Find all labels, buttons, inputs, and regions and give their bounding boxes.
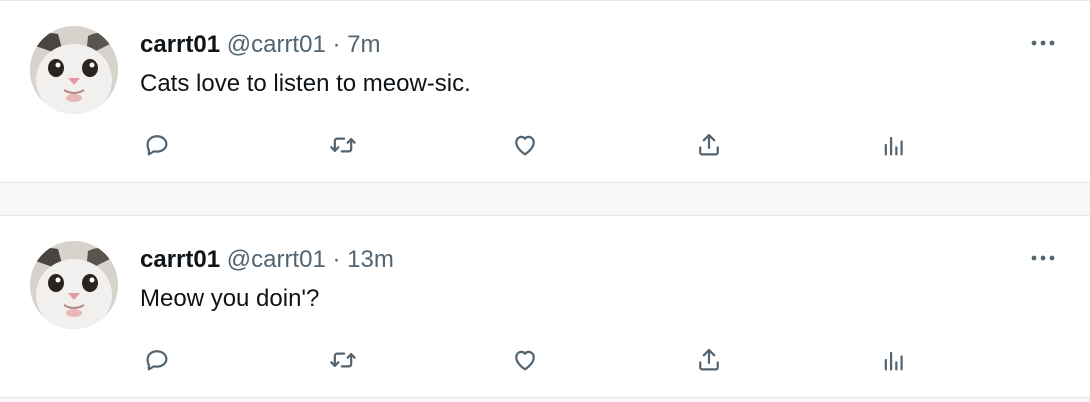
- reply-button[interactable]: [137, 125, 177, 165]
- tweet-text: Cats love to listen to meow-sic.: [140, 70, 471, 97]
- like-button[interactable]: [505, 125, 545, 165]
- timestamp[interactable]: 13m: [347, 246, 394, 273]
- author-handle[interactable]: @carrt01: [227, 246, 326, 273]
- tweet-actions: [0, 125, 1090, 165]
- author-handle[interactable]: @carrt01: [227, 31, 326, 58]
- tweet-text: Meow you doin'?: [140, 285, 320, 312]
- avatar[interactable]: [30, 26, 118, 114]
- more-icon: [1031, 255, 1055, 261]
- retweet-button[interactable]: [323, 125, 363, 165]
- tweet-card[interactable]: carrt01 @carrt01 · 7m Cats love to liste…: [0, 0, 1090, 183]
- tweet-actions: [0, 340, 1090, 380]
- reply-icon: [146, 135, 168, 156]
- reply-icon: [146, 350, 168, 371]
- share-button[interactable]: [689, 340, 729, 380]
- share-icon: [699, 348, 719, 371]
- avatar[interactable]: [30, 241, 118, 329]
- heart-icon: [515, 135, 535, 156]
- retweet-button[interactable]: [323, 340, 363, 380]
- retweet-icon: [330, 352, 356, 368]
- tweet-feed: carrt01 @carrt01 · 7m Cats love to liste…: [0, 0, 1090, 402]
- more-button[interactable]: [1026, 246, 1060, 270]
- more-button[interactable]: [1026, 31, 1060, 55]
- views-icon: [884, 136, 903, 156]
- cat-avatar-icon: [30, 26, 118, 114]
- share-icon: [699, 133, 719, 156]
- tweet-header: carrt01 @carrt01 · 13m: [140, 244, 394, 276]
- author-name[interactable]: carrt01: [140, 31, 220, 58]
- retweet-icon: [330, 137, 356, 153]
- more-icon: [1031, 40, 1055, 46]
- separator: ·: [332, 246, 341, 273]
- tweet-card[interactable]: carrt01 @carrt01 · 13m Meow you doin'?: [0, 215, 1090, 398]
- heart-icon: [515, 350, 535, 371]
- separator: ·: [332, 31, 341, 58]
- timestamp[interactable]: 7m: [347, 31, 380, 58]
- author-name[interactable]: carrt01: [140, 246, 220, 273]
- share-button[interactable]: [689, 125, 729, 165]
- cat-avatar-icon: [30, 241, 118, 329]
- tweet-header: carrt01 @carrt01 · 7m: [140, 29, 380, 61]
- views-button[interactable]: [874, 340, 914, 380]
- views-button[interactable]: [874, 125, 914, 165]
- reply-button[interactable]: [137, 340, 177, 380]
- views-icon: [884, 351, 903, 371]
- like-button[interactable]: [505, 340, 545, 380]
